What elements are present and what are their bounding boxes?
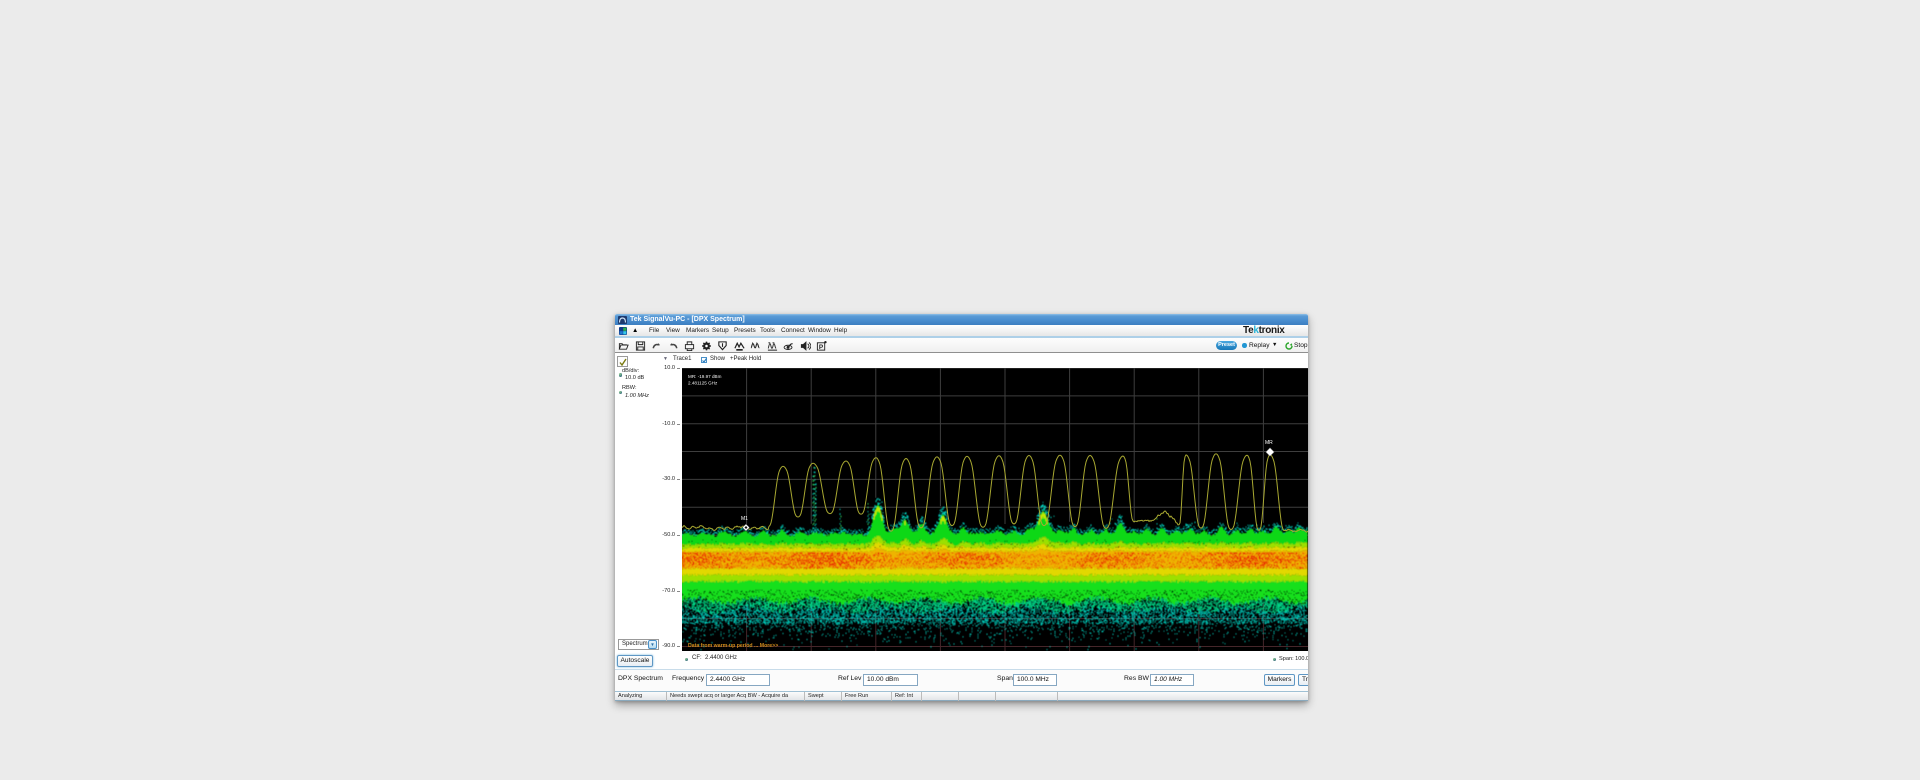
svg-text:Data from warm-up period ... M: Data from warm-up period ... More>> — [688, 643, 778, 649]
svg-text:M1: M1 — [741, 516, 748, 522]
svg-text:P: P — [819, 343, 824, 350]
svg-text:2.481125 GHz: 2.481125 GHz — [688, 381, 718, 386]
svg-text:MR: -19.97 dBm: MR: -19.97 dBm — [688, 374, 722, 379]
svg-text:MR: MR — [1265, 440, 1273, 446]
